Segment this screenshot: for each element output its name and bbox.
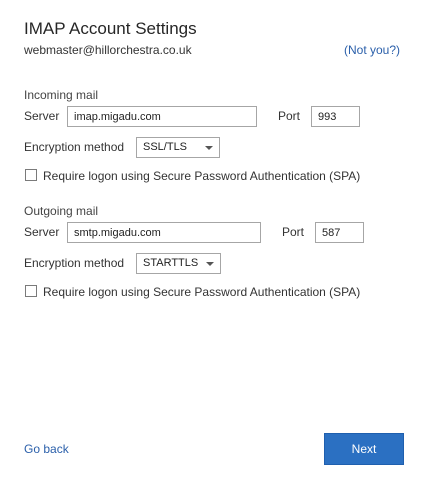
not-you-link[interactable]: (Not you?) [344, 43, 400, 57]
outgoing-spa-label: Require logon using Secure Password Auth… [43, 285, 361, 299]
incoming-server-input[interactable] [67, 106, 257, 127]
incoming-spa-label: Require logon using Secure Password Auth… [43, 169, 361, 183]
incoming-mail-heading: Incoming mail [24, 88, 99, 102]
incoming-encryption-label: Encryption method [24, 140, 125, 154]
next-button[interactable]: Next [324, 433, 404, 465]
incoming-encryption-value: SSL/TLS [143, 141, 188, 153]
outgoing-encryption-value: STARTTLS [143, 257, 199, 269]
outgoing-port-label: Port [282, 225, 305, 239]
go-back-link[interactable]: Go back [24, 442, 69, 456]
outgoing-server-input[interactable] [67, 222, 261, 243]
incoming-port-label: Port [278, 109, 301, 123]
outgoing-mail-heading: Outgoing mail [24, 204, 99, 218]
outgoing-encryption-label: Encryption method [24, 256, 125, 270]
page-title: IMAP Account Settings [24, 19, 197, 38]
outgoing-server-label: Server [24, 225, 60, 239]
incoming-server-label: Server [24, 109, 60, 123]
incoming-encryption-select[interactable]: SSL/TLS [136, 137, 220, 158]
incoming-port-input[interactable] [311, 106, 360, 127]
account-email: webmaster@hillorchestra.co.uk [24, 43, 192, 57]
chevron-down-icon [205, 146, 213, 150]
chevron-down-icon [206, 262, 214, 266]
outgoing-port-input[interactable] [315, 222, 364, 243]
outgoing-spa-checkbox[interactable] [25, 285, 37, 297]
outgoing-encryption-select[interactable]: STARTTLS [136, 253, 221, 274]
incoming-spa-checkbox[interactable] [25, 169, 37, 181]
